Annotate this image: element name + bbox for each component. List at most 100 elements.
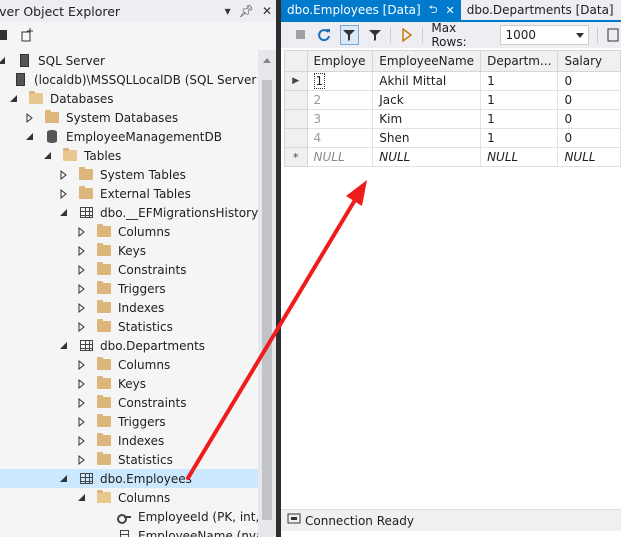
expand-icon[interactable] <box>58 169 70 181</box>
max-rows-select[interactable]: 1000 <box>500 25 589 45</box>
tree-node-employee-name-column[interactable]: EmployeeName (nvarc <box>116 526 258 537</box>
refresh-icon[interactable] <box>316 27 331 43</box>
add-sql-server-icon[interactable] <box>20 27 36 43</box>
tab-dbo-employees-data[interactable]: dbo.Employees [Data] ⮌ ✕ <box>281 0 461 20</box>
grid-cell[interactable]: 1 <box>480 90 559 110</box>
table-row[interactable]: 2 Jack 1 0 <box>284 90 621 110</box>
collapse-icon[interactable] <box>76 492 88 504</box>
grid-cell[interactable]: NULL <box>372 147 482 167</box>
grid-cell[interactable]: 0 <box>557 90 621 110</box>
column-header[interactable]: EmployeeName <box>372 50 482 72</box>
collapse-icon[interactable] <box>0 55 8 67</box>
tree-node-columns[interactable]: Columns <box>76 355 170 374</box>
expand-icon[interactable] <box>76 321 88 333</box>
grid-cell[interactable]: 1 <box>480 71 559 91</box>
close-tab-icon[interactable]: ✕ <box>446 4 455 17</box>
tree-node-keys[interactable]: Keys <box>76 241 146 260</box>
column-header[interactable]: Employe <box>306 50 374 72</box>
current-row-indicator-icon[interactable]: ▶ <box>284 71 308 91</box>
grid-cell[interactable]: 0 <box>557 71 621 91</box>
tree-node-indexes[interactable]: Indexes <box>76 431 164 450</box>
tab-dbo-departments-data[interactable]: dbo.Departments [Data] <box>461 0 620 20</box>
expand-icon[interactable] <box>76 454 88 466</box>
refresh-icon[interactable] <box>0 27 12 43</box>
tree-node-constraints[interactable]: Constraints <box>76 260 186 279</box>
tree-node-system-tables[interactable]: System Tables <box>58 165 186 184</box>
row-header[interactable] <box>284 109 308 129</box>
tree-node-columns[interactable]: Columns <box>76 222 170 241</box>
expand-icon[interactable] <box>76 397 88 409</box>
tree-node-triggers[interactable]: Triggers <box>76 412 166 431</box>
pin-icon[interactable]: 📌︎ <box>239 4 254 18</box>
expand-icon[interactable] <box>24 112 36 124</box>
expand-icon[interactable] <box>76 416 88 428</box>
tree-node-localdb[interactable]: (localdb)\MSSQLLocalDB (SQL Server 13.0. <box>12 70 258 89</box>
collapse-icon[interactable] <box>8 93 20 105</box>
chevron-down-icon[interactable] <box>575 33 584 38</box>
expand-icon[interactable] <box>76 302 88 314</box>
expand-icon[interactable] <box>76 435 88 447</box>
table-row[interactable]: 3 Kim 1 0 <box>284 109 621 129</box>
tree-node-tables[interactable]: Tables <box>42 146 121 165</box>
grid-corner[interactable] <box>284 50 308 72</box>
new-row-marker[interactable]: * <box>284 147 308 167</box>
expand-icon[interactable] <box>76 378 88 390</box>
collapse-icon[interactable] <box>58 473 70 485</box>
tree-node-databases[interactable]: Databases <box>8 89 114 108</box>
grid-cell[interactable]: NULL <box>306 147 374 167</box>
grid-cell[interactable]: Kim <box>372 109 482 129</box>
grid-cell[interactable]: 0 <box>557 109 621 129</box>
grid-cell[interactable]: Shen <box>372 128 482 148</box>
grid-cell[interactable]: 4 <box>306 128 374 148</box>
scrollbar-thumb[interactable] <box>262 80 272 520</box>
tree-node-employee-management-db[interactable]: EmployeeManagementDB <box>24 127 222 146</box>
dropdown-icon[interactable]: ▾ <box>225 4 231 18</box>
grid-cell[interactable]: 2 <box>306 90 374 110</box>
grid-cell[interactable]: Jack <box>372 90 482 110</box>
column-header[interactable]: Departm... <box>480 50 559 72</box>
tree-node-employee-id-column[interactable]: EmployeeId (PK, int, n <box>116 507 258 526</box>
grid-cell[interactable]: NULL <box>557 147 621 167</box>
row-header[interactable] <box>284 90 308 110</box>
collapse-icon[interactable] <box>58 207 70 219</box>
grid-cell[interactable]: 0 <box>557 128 621 148</box>
scroll-up-icon[interactable] <box>263 58 271 63</box>
explorer-vertical-scrollbar[interactable] <box>258 50 276 537</box>
filter-toggle-icon[interactable] <box>339 25 359 45</box>
tree-node-dbo-departments[interactable]: dbo.Departments <box>58 336 205 355</box>
tree-node-triggers[interactable]: Triggers <box>76 279 166 298</box>
tree-node-columns[interactable]: Columns <box>76 488 170 507</box>
grid-cell[interactable]: 1 <box>306 71 374 91</box>
collapse-icon[interactable] <box>42 150 54 162</box>
collapse-icon[interactable] <box>24 131 36 143</box>
expand-icon[interactable] <box>76 283 88 295</box>
expand-icon[interactable] <box>58 188 70 200</box>
stop-icon[interactable] <box>293 27 308 43</box>
tree-node-dbo-employees[interactable]: dbo.Employees <box>0 469 258 488</box>
tree-node-sql-server[interactable]: SQL Server <box>0 51 105 70</box>
collapse-icon[interactable] <box>58 340 70 352</box>
grid-cell[interactable]: NULL <box>480 147 559 167</box>
close-icon[interactable]: ✕ <box>262 4 272 18</box>
tree-node-ef-migrations-history[interactable]: dbo.__EFMigrationsHistory <box>58 203 258 222</box>
expand-icon[interactable] <box>76 264 88 276</box>
new-row[interactable]: * NULL NULL NULL NULL <box>284 147 621 167</box>
column-header[interactable]: Salary <box>557 50 621 72</box>
grid-cell[interactable]: 1 <box>480 109 559 129</box>
pin-tab-icon[interactable]: ⮌ <box>429 1 438 20</box>
table-row[interactable]: ▶ 1 Akhil Mittal 1 0 <box>284 71 621 91</box>
show-sql-icon[interactable] <box>606 27 621 43</box>
tree-node-system-databases[interactable]: System Databases <box>24 108 178 127</box>
tree-node-statistics[interactable]: Statistics <box>76 450 173 469</box>
tree-node-external-tables[interactable]: External Tables <box>58 184 191 203</box>
grid-cell[interactable]: Akhil Mittal <box>372 71 482 91</box>
filter-icon[interactable] <box>367 27 382 43</box>
tree-node-indexes[interactable]: Indexes <box>76 298 164 317</box>
tree-node-constraints[interactable]: Constraints <box>76 393 186 412</box>
tree-node-keys[interactable]: Keys <box>76 374 146 393</box>
table-row[interactable]: 4 Shen 1 0 <box>284 128 621 148</box>
expand-icon[interactable] <box>76 226 88 238</box>
expand-icon[interactable] <box>76 245 88 257</box>
row-header[interactable] <box>284 128 308 148</box>
grid-cell[interactable]: 3 <box>306 109 374 129</box>
